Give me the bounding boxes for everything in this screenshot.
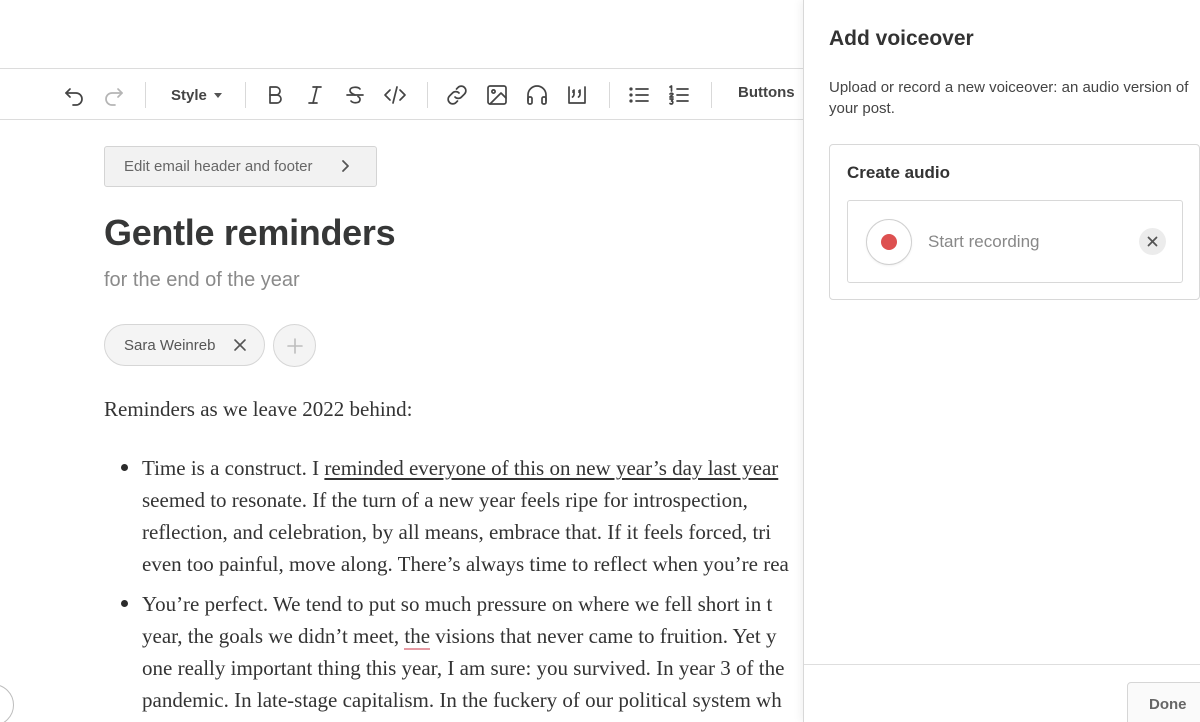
toolbar-divider (145, 82, 146, 108)
panel-description: Upload or record a new voiceover: an aud… (829, 79, 1189, 117)
list-item-line: Time is a construct. I reminded everyone… (142, 456, 779, 480)
style-dropdown[interactable]: Style (171, 84, 222, 106)
chevron-right-icon (338, 159, 352, 173)
numbered-list-icon[interactable] (666, 82, 692, 108)
create-audio-card: Create audio Start recording (829, 144, 1200, 300)
spellcheck-word[interactable]: the (404, 624, 431, 650)
code-icon[interactable] (382, 82, 408, 108)
caret-down-icon (213, 92, 222, 98)
list-item-line: seemed to resonate. If the turn of a new… (142, 488, 748, 512)
list-item: You’re perfect. We tend to put so much p… (121, 588, 842, 716)
toolbar-divider (609, 82, 610, 108)
record-button[interactable] (866, 219, 912, 265)
author-chip[interactable]: Sara Weinreb (104, 324, 265, 366)
post-title[interactable]: Gentle reminders (104, 212, 396, 254)
panel-footer-divider (804, 664, 1200, 665)
close-recorder-button[interactable] (1139, 228, 1166, 255)
audio-icon[interactable] (524, 82, 550, 108)
remove-author-icon[interactable] (232, 337, 248, 353)
body-intro-paragraph: Reminders as we leave 2022 behind: (104, 397, 413, 421)
list-item-line: reflection, and celebration, by all mean… (142, 520, 772, 544)
list-item-line: pandemic. In late-stage capitalism. In t… (142, 688, 782, 712)
edit-email-header-button[interactable]: Edit email header and footer (104, 146, 377, 187)
bullet-dot (121, 464, 128, 471)
voiceover-panel: Add voiceover Upload or record a new voi… (803, 0, 1200, 722)
record-dot-icon (881, 234, 897, 250)
buttons-menu[interactable]: Buttons (738, 84, 795, 101)
add-author-button[interactable] (273, 324, 316, 367)
strikethrough-icon[interactable] (342, 82, 368, 108)
inline-link[interactable]: reminded everyone of this on new year’s … (324, 456, 778, 480)
list-item: Time is a construct. I reminded everyone… (121, 452, 842, 580)
toolbar-divider (427, 82, 428, 108)
create-audio-title: Create audio (847, 163, 950, 182)
edit-email-header-label: Edit email header and footer (124, 158, 313, 175)
post-subtitle[interactable]: for the end of the year (104, 269, 300, 292)
help-button[interactable] (0, 684, 14, 722)
link-icon[interactable] (444, 82, 470, 108)
plus-icon (286, 337, 303, 354)
bold-icon[interactable] (262, 82, 288, 108)
quote-icon[interactable] (564, 82, 590, 108)
list-item-line: You’re perfect. We tend to put so much p… (142, 592, 773, 616)
bulleted-list-icon[interactable] (626, 82, 652, 108)
list-item-line: year, the goals we didn’t meet, the visi… (142, 624, 777, 650)
undo-icon[interactable] (61, 82, 87, 108)
list-item-line: even too painful, move along. There’s al… (142, 552, 789, 576)
done-button[interactable]: Done (1127, 682, 1200, 722)
start-recording-label[interactable]: Start recording (928, 232, 1040, 252)
panel-title: Add voiceover (829, 27, 974, 50)
author-name: Sara Weinreb (124, 336, 216, 354)
toolbar-divider (245, 82, 246, 108)
image-icon[interactable] (484, 82, 510, 108)
recorder: Start recording (847, 200, 1183, 283)
list-item-line: one really important thing this year, I … (142, 656, 785, 680)
redo-icon[interactable] (101, 82, 127, 108)
close-icon (1147, 236, 1158, 247)
toolbar-divider (711, 82, 712, 108)
post-body[interactable]: Reminders as we leave 2022 behind: Time … (104, 397, 824, 712)
style-dropdown-label: Style (171, 86, 207, 104)
bullet-dot (121, 600, 128, 607)
italic-icon[interactable] (302, 82, 328, 108)
